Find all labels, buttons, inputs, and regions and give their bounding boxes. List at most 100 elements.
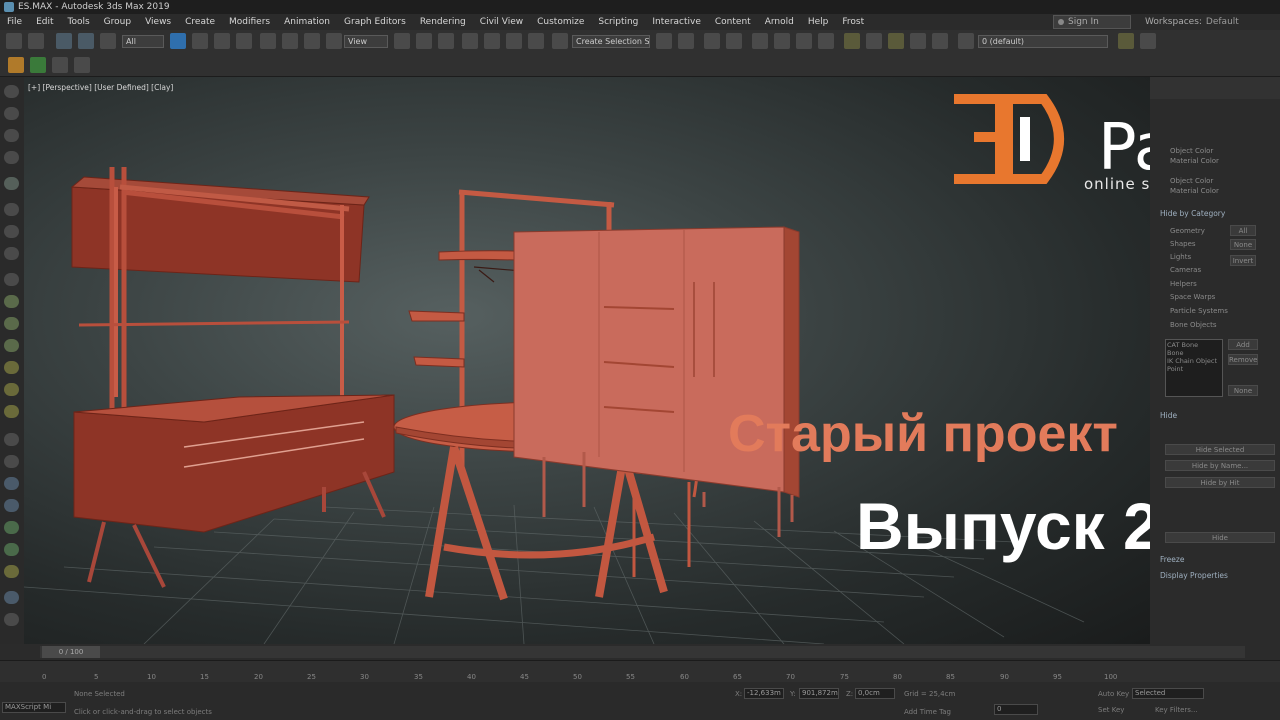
plant-icon[interactable] xyxy=(30,57,46,73)
bind-spacewarp-icon[interactable] xyxy=(100,33,116,49)
grid-icon[interactable] xyxy=(74,57,90,73)
menu-help[interactable]: Help xyxy=(801,17,836,27)
hide-rollout-header[interactable]: Hide xyxy=(1160,411,1177,420)
menu-interactive[interactable]: Interactive xyxy=(645,17,707,27)
hide-by-name-button[interactable]: Hide by Name... xyxy=(1165,460,1275,471)
set-key-button[interactable]: Set Key xyxy=(1098,706,1124,714)
curve-editor-icon[interactable] xyxy=(774,33,790,49)
undo-icon[interactable] xyxy=(6,33,22,49)
schematic-view-icon[interactable] xyxy=(796,33,812,49)
tool-icon-21[interactable] xyxy=(4,543,19,556)
tool-icon-20[interactable] xyxy=(4,521,19,534)
key-filters-button[interactable]: Key Filters... xyxy=(1155,706,1198,714)
tool-icon-13[interactable] xyxy=(4,361,19,374)
tool-icon-24[interactable] xyxy=(4,613,19,626)
category-all-button[interactable]: All xyxy=(1230,225,1256,236)
tool-icon-1[interactable] xyxy=(4,85,19,98)
sign-in-dropdown[interactable]: Sign In xyxy=(1053,15,1131,29)
snaps-toggle-icon[interactable] xyxy=(462,33,478,49)
unlink-icon[interactable] xyxy=(78,33,94,49)
layer-stack-icon[interactable] xyxy=(1140,33,1156,49)
material-editor-icon[interactable] xyxy=(818,33,834,49)
time-slider-thumb[interactable]: 0 / 100 xyxy=(42,646,100,658)
auto-key-button[interactable]: Auto Key xyxy=(1098,690,1129,698)
place-icon[interactable] xyxy=(326,33,342,49)
menu-frost[interactable]: Frost xyxy=(835,17,871,27)
ribbon-icon[interactable] xyxy=(752,33,768,49)
display-color-item-1[interactable]: Object Color xyxy=(1170,147,1213,155)
tool-icon-6[interactable] xyxy=(4,203,19,216)
reference-coord-dropdown[interactable]: View xyxy=(344,35,388,48)
list-remove-button[interactable]: Remove xyxy=(1228,354,1258,365)
menu-views[interactable]: Views xyxy=(138,17,178,27)
tool-icon-8[interactable] xyxy=(4,247,19,260)
tool-icon-12[interactable] xyxy=(4,339,19,352)
rotate-icon[interactable] xyxy=(282,33,298,49)
mirror-icon[interactable] xyxy=(656,33,672,49)
fr-icon[interactable] xyxy=(8,57,24,73)
menu-civil-view[interactable]: Civil View xyxy=(473,17,530,27)
tool-icon-18[interactable] xyxy=(4,477,19,490)
menu-create[interactable]: Create xyxy=(178,17,222,27)
menu-file[interactable]: File xyxy=(0,17,29,27)
tool-icon-22[interactable] xyxy=(4,565,19,578)
render-setup-icon[interactable] xyxy=(844,33,860,49)
menu-edit[interactable]: Edit xyxy=(29,17,60,27)
time-slider-track[interactable] xyxy=(40,646,1245,658)
track-bar[interactable]: 0 5 10 15 20 25 30 35 40 45 50 55 60 65 … xyxy=(0,660,1280,683)
menu-customize[interactable]: Customize xyxy=(530,17,591,27)
maxscript-listener[interactable]: MAXScript Mi xyxy=(2,702,66,713)
hide-by-category-header[interactable]: Hide by Category xyxy=(1160,209,1225,218)
current-frame-field[interactable]: 0 xyxy=(994,704,1038,715)
menu-modifiers[interactable]: Modifiers xyxy=(222,17,277,27)
layer-manager-icon[interactable] xyxy=(958,33,974,49)
select-object-icon[interactable] xyxy=(170,33,186,49)
display-color-item-2[interactable]: Material Color xyxy=(1170,157,1219,165)
freeze-rollout-header[interactable]: Freeze xyxy=(1160,555,1184,564)
tool-icon-4[interactable] xyxy=(4,151,19,164)
tool-icon-11[interactable] xyxy=(4,317,19,330)
region-select-icon[interactable] xyxy=(214,33,230,49)
tool-icon-23[interactable] xyxy=(4,591,19,604)
tool-icon-3[interactable] xyxy=(4,129,19,142)
render-cloud-icon[interactable] xyxy=(910,33,926,49)
link-icon[interactable] xyxy=(56,33,72,49)
category-geometry[interactable]: Geometry xyxy=(1170,227,1205,235)
menu-content[interactable]: Content xyxy=(708,17,758,27)
category-shapes[interactable]: Shapes xyxy=(1170,240,1196,248)
category-particle-systems[interactable]: Particle Systems xyxy=(1170,307,1228,315)
category-none-button[interactable]: None xyxy=(1230,239,1256,250)
bone-list[interactable]: CAT Bone Bone IK Chain Object Point xyxy=(1165,339,1223,397)
time-slider[interactable]: 0 / 100 xyxy=(0,644,1280,660)
list-none-button[interactable]: None xyxy=(1228,385,1258,396)
list-item[interactable]: Point xyxy=(1167,365,1221,373)
category-lights[interactable]: Lights xyxy=(1170,253,1191,261)
tool-icon-2[interactable] xyxy=(4,107,19,120)
tool-icon-14[interactable] xyxy=(4,383,19,396)
pivot-center-icon[interactable] xyxy=(394,33,410,49)
menu-animation[interactable]: Animation xyxy=(277,17,337,27)
tool-icon-19[interactable] xyxy=(4,499,19,512)
workspaces-selector[interactable]: Workspaces: Default xyxy=(1145,15,1280,29)
named-selection-icon[interactable] xyxy=(552,33,568,49)
tools-icon[interactable] xyxy=(52,57,68,73)
display-color-item-3[interactable]: Object Color xyxy=(1170,177,1213,185)
scene-explorer-icon[interactable] xyxy=(704,33,720,49)
y-coordinate-field[interactable]: 901,872m xyxy=(799,688,839,699)
x-coordinate-field[interactable]: -12,633m xyxy=(744,688,784,699)
menu-group[interactable]: Group xyxy=(97,17,138,27)
move-icon[interactable] xyxy=(260,33,276,49)
spinner-snap-icon[interactable] xyxy=(528,33,544,49)
tool-icon-10[interactable] xyxy=(4,295,19,308)
rendered-frame-window-icon[interactable] xyxy=(866,33,882,49)
layer-explorer-icon[interactable] xyxy=(726,33,742,49)
selection-filter-dropdown[interactable]: All xyxy=(122,35,164,48)
select-manipulate-icon[interactable] xyxy=(416,33,432,49)
display-properties-header[interactable]: Display Properties xyxy=(1160,571,1228,580)
category-helpers[interactable]: Helpers xyxy=(1170,280,1197,288)
category-invert-button[interactable]: Invert xyxy=(1230,255,1256,266)
tool-icon-5[interactable] xyxy=(4,177,19,190)
angle-snap-icon[interactable] xyxy=(484,33,500,49)
create-selection-set-dropdown[interactable]: Create Selection Se xyxy=(572,35,650,48)
menu-arnold[interactable]: Arnold xyxy=(758,17,801,27)
